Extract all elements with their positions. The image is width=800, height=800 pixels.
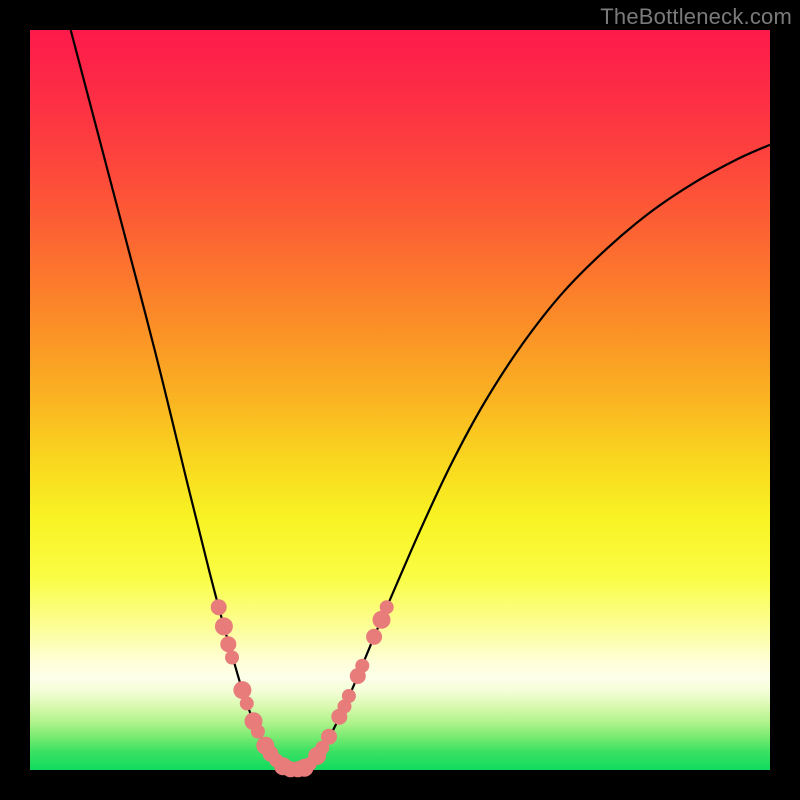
plot-area xyxy=(30,30,770,770)
data-marker xyxy=(380,600,394,614)
data-marker xyxy=(220,636,236,652)
data-marker xyxy=(355,659,369,673)
curve-right-branch xyxy=(296,145,770,770)
data-marker xyxy=(240,696,254,710)
data-marker xyxy=(342,689,356,703)
data-marker xyxy=(215,617,233,635)
data-marker xyxy=(366,629,382,645)
data-marker xyxy=(321,729,337,745)
plot-svg xyxy=(30,30,770,770)
curve-left-branch xyxy=(71,30,297,770)
data-marker xyxy=(211,599,227,615)
data-marker xyxy=(225,651,239,665)
data-marker xyxy=(251,725,265,739)
watermark-text: TheBottleneck.com xyxy=(600,4,792,30)
chart-frame: TheBottleneck.com xyxy=(0,0,800,800)
data-marker xyxy=(233,681,251,699)
